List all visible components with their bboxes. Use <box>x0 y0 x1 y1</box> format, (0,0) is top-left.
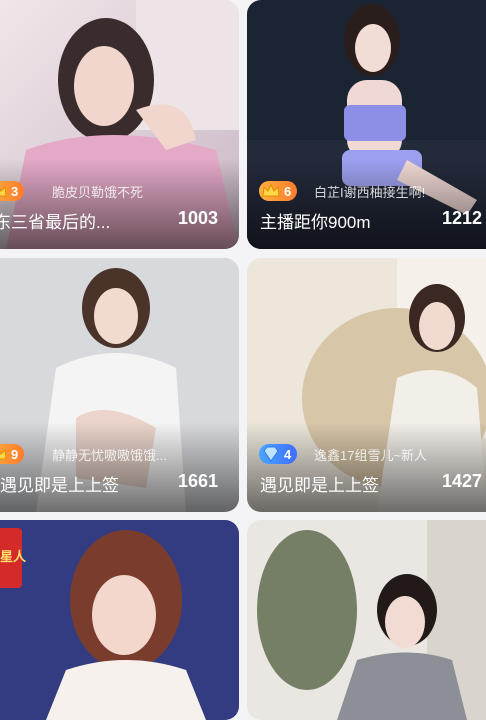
card-meta: 9 静静无忧嗷嗷饿饿... 遇见即是上上签 1661 <box>0 444 239 500</box>
live-card-2[interactable]: 6 白芷I谢西柚接生啊! 主播距你900m 1212 <box>247 0 486 249</box>
live-card-3[interactable]: 9 静静无忧嗷嗷饿饿... 遇见即是上上签 1661 <box>0 258 239 512</box>
live-card-4[interactable]: 4 逸鑫17组雪儿~新人 遇见即是上上签 1427 <box>247 258 486 512</box>
stream-title: 遇见即是上上签 <box>260 476 379 495</box>
level-number: 6 <box>284 183 292 199</box>
level-badge: 4 <box>259 444 298 464</box>
crown-icon <box>0 185 7 197</box>
stream-cover-image <box>0 520 239 720</box>
level-badge: 9 <box>0 444 25 464</box>
level-number: 4 <box>284 446 292 462</box>
live-card-5[interactable]: 星人 <box>0 520 239 720</box>
card-meta: 3 脆皮贝勒饿不死 东三省最后的... 1003 <box>0 181 239 237</box>
event-banner: 星人 <box>0 528 26 588</box>
viewer-count: 1212 <box>442 208 483 228</box>
level-badge: 3 <box>0 181 25 201</box>
live-card-6[interactable] <box>247 520 486 720</box>
crown-icon <box>0 448 7 460</box>
stream-title: 东三省最后的... <box>0 213 111 232</box>
anchor-name: 白芷I谢西柚接生啊! <box>314 185 426 200</box>
anchor-name: 脆皮贝勒饿不死 <box>52 185 144 200</box>
stream-title: 遇见即是上上签 <box>0 476 119 495</box>
crown-icon <box>262 183 280 197</box>
viewer-count: 1661 <box>178 471 219 491</box>
diamond-icon <box>263 446 279 462</box>
level-number: 3 <box>11 183 19 199</box>
level-number: 9 <box>11 446 19 462</box>
stream-title: 主播距你900m <box>260 213 371 232</box>
viewer-count: 1427 <box>442 471 483 491</box>
card-meta: 4 逸鑫17组雪儿~新人 遇见即是上上签 1427 <box>247 444 486 500</box>
card-meta: 6 白芷I谢西柚接生啊! 主播距你900m 1212 <box>247 181 486 237</box>
stream-cover-image <box>247 520 486 720</box>
viewer-count: 1003 <box>178 208 219 228</box>
anchor-name: 逸鑫17组雪儿~新人 <box>314 448 428 463</box>
level-badge: 6 <box>259 181 298 201</box>
anchor-name: 静静无忧嗷嗷饿饿... <box>52 448 167 463</box>
live-card-1[interactable]: 3 脆皮贝勒饿不死 东三省最后的... 1003 <box>0 0 239 249</box>
